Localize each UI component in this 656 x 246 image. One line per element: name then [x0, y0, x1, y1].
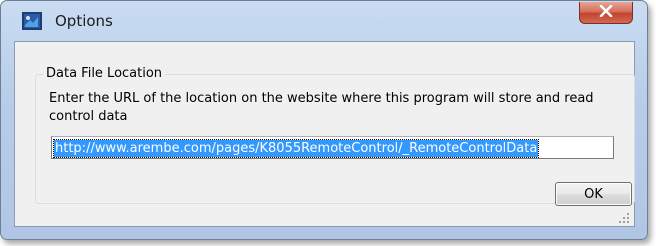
url-input[interactable]: http://www.arembe.com/pages/K8055RemoteC… [51, 136, 614, 159]
window-title: Options [55, 12, 113, 30]
options-dialog: Options Data File Location Enter the URL… [0, 0, 648, 240]
url-input-value: http://www.arembe.com/pages/K8055RemoteC… [52, 139, 540, 158]
close-icon [599, 4, 613, 22]
ok-button[interactable]: OK [555, 182, 632, 206]
instructions-text: Enter the URL of the location on the web… [49, 91, 594, 124]
resize-grip-icon[interactable] [619, 211, 630, 223]
group-label: Data File Location [43, 66, 166, 81]
app-icon [22, 12, 42, 30]
title-bar[interactable]: Options [1, 1, 647, 37]
dialog-client-area: Data File Location Enter the URL of the … [14, 41, 635, 227]
ok-button-label: OK [584, 186, 603, 202]
close-button[interactable] [579, 2, 633, 24]
